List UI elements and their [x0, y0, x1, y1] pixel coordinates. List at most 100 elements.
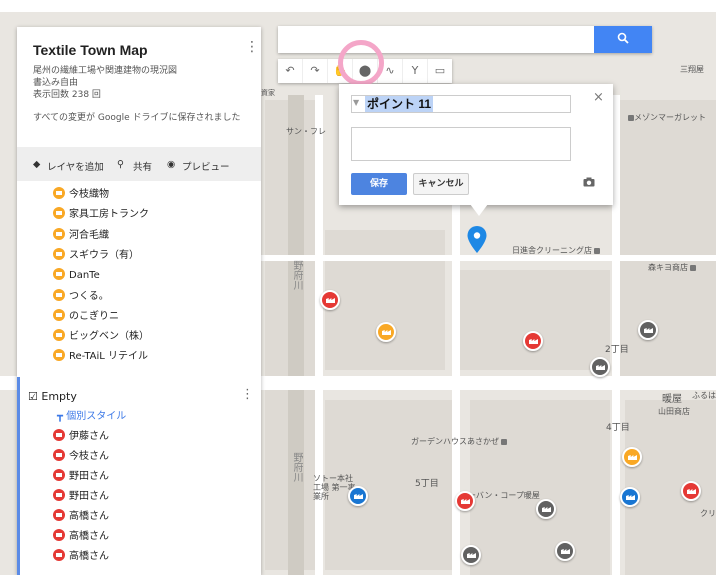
- place-pin[interactable]: [455, 491, 475, 511]
- directions-icon[interactable]: Y: [403, 59, 428, 83]
- factory-icon: [53, 329, 65, 342]
- add-layer-button[interactable]: レイヤを追加: [47, 159, 104, 173]
- view-count: 表示回数 238 回: [33, 90, 101, 100]
- factory-icon: [53, 308, 65, 321]
- layer2-header[interactable]: ☑ Empty: [28, 390, 77, 403]
- place-pin[interactable]: [523, 331, 543, 351]
- eye-icon: ◉: [167, 159, 176, 170]
- map-label: 野府川: [291, 260, 302, 290]
- factory-icon: [53, 549, 65, 561]
- layer-item-label: スギウラ（有）: [69, 249, 139, 261]
- layer-actions: ◆ レイヤを追加 ⚲ 共有 ◉ プレビュー: [17, 147, 261, 181]
- map-label: 暖屋: [662, 394, 682, 405]
- layer-item-label: DanTe: [69, 270, 100, 282]
- map-label: 山田商店: [658, 407, 690, 416]
- ruler-icon[interactable]: ▭: [428, 59, 452, 83]
- close-icon[interactable]: ×: [593, 90, 604, 105]
- share-button[interactable]: 共有: [133, 159, 152, 173]
- map-block: [620, 100, 716, 380]
- layer-item[interactable]: ビッグベン（株）: [53, 329, 149, 345]
- layer-item[interactable]: スギウラ（有）: [53, 247, 139, 264]
- search-box[interactable]: [278, 26, 652, 53]
- layer-item-label: 野田さん: [69, 471, 109, 482]
- layer-item-label: 伊藤さん: [69, 431, 109, 442]
- factory-icon: [53, 509, 65, 521]
- layer-item[interactable]: 野田さん: [53, 489, 109, 505]
- place-pin[interactable]: [461, 545, 481, 565]
- layer-item[interactable]: 野田さん: [53, 469, 109, 485]
- map-label: サン・フレ: [286, 127, 326, 136]
- more-options-icon[interactable]: ⋮: [245, 39, 259, 55]
- cancel-button[interactable]: キャンセル: [413, 173, 469, 195]
- individual-style-link[interactable]: ┳ 個別スタイル: [57, 407, 126, 422]
- map-label: クリ: [700, 509, 716, 518]
- factory-icon: [53, 268, 65, 281]
- layer2-title: Empty: [41, 390, 77, 403]
- map-label: 2丁目: [605, 345, 629, 355]
- layer-item[interactable]: 高橋さん: [53, 529, 109, 545]
- layer-checkbox[interactable]: ☑: [28, 390, 38, 403]
- layer-item-label: ビッグベン（株）: [69, 331, 149, 343]
- layer-item[interactable]: のこぎりニ: [53, 308, 119, 325]
- highlight-ring: [338, 40, 384, 86]
- factory-icon: [53, 227, 65, 240]
- map-label: 森キヨ商店: [648, 262, 696, 273]
- factory-icon: [53, 469, 65, 481]
- place-edit-popup: ▼ ポイント 11 × 保存 キャンセル: [339, 84, 613, 205]
- place-pin[interactable]: [348, 486, 368, 506]
- layer-item-label: 高橋さん: [69, 551, 109, 562]
- road: [315, 95, 323, 575]
- layer-item[interactable]: Re-TAiL リテイル: [53, 349, 148, 365]
- factory-icon: [53, 349, 65, 362]
- layer-item[interactable]: DanTe: [53, 268, 100, 284]
- layer-item[interactable]: 河合毛織: [53, 227, 109, 244]
- search-button[interactable]: [594, 26, 652, 53]
- road: [260, 255, 716, 261]
- new-marker-pin[interactable]: [467, 226, 487, 254]
- place-pin[interactable]: [681, 481, 701, 501]
- layer-item[interactable]: 高橋さん: [53, 509, 109, 525]
- camera-icon[interactable]: [583, 176, 595, 190]
- map-label: 日進舎クリーニング店: [512, 245, 600, 256]
- factory-icon: [53, 449, 65, 461]
- saved-note: すべての変更が Google ドライブに保存されました: [33, 113, 241, 123]
- layer-item-label: 今枝さん: [69, 451, 109, 462]
- place-pin[interactable]: [536, 499, 556, 519]
- map-title[interactable]: Textile Town Map: [33, 42, 148, 58]
- layer-item-label: Re-TAiL リテイル: [69, 351, 149, 363]
- place-pin[interactable]: [590, 357, 610, 377]
- map-label: 三翔屋: [680, 65, 704, 74]
- factory-icon: [53, 247, 65, 260]
- place-pin[interactable]: [638, 320, 658, 340]
- save-button[interactable]: 保存: [351, 173, 407, 195]
- map-label: メゾンマーガレット: [626, 112, 706, 123]
- layer-item[interactable]: 伊藤さん: [53, 429, 109, 445]
- description-field[interactable]: [351, 127, 571, 161]
- map-label: 4丁目: [606, 423, 630, 433]
- layer-item[interactable]: 今枝織物: [53, 187, 109, 203]
- factory-icon: [53, 489, 65, 501]
- place-pin[interactable]: [555, 541, 575, 561]
- layer-item[interactable]: 家具工房トランク: [53, 207, 149, 223]
- layer-item-label: 河合毛織: [69, 229, 109, 241]
- layer-item-label: 高橋さん: [69, 531, 109, 542]
- undo-icon[interactable]: ↶: [278, 59, 303, 83]
- layer-item-label: 野田さん: [69, 491, 109, 502]
- chevron-down-icon[interactable]: ▼: [353, 98, 359, 107]
- map-block: [470, 400, 610, 575]
- layer-item-label: 家具工房トランク: [69, 209, 149, 221]
- factory-icon: [53, 288, 65, 301]
- layer-item[interactable]: 今枝さん: [53, 449, 109, 465]
- preview-button[interactable]: プレビュー: [182, 159, 230, 173]
- redo-icon[interactable]: ↷: [303, 59, 328, 83]
- place-pin[interactable]: [622, 447, 642, 467]
- place-pin[interactable]: [376, 322, 396, 342]
- title-input[interactable]: ポイント 11: [365, 96, 434, 112]
- place-pin[interactable]: [320, 290, 340, 310]
- layers-icon: ◆: [33, 159, 41, 170]
- popup-tail: [470, 204, 488, 216]
- layer-item[interactable]: 高橋さん: [53, 549, 109, 565]
- more-options-icon[interactable]: ⋮: [241, 387, 254, 402]
- layer-item[interactable]: つくる。: [53, 288, 109, 305]
- place-pin[interactable]: [620, 487, 640, 507]
